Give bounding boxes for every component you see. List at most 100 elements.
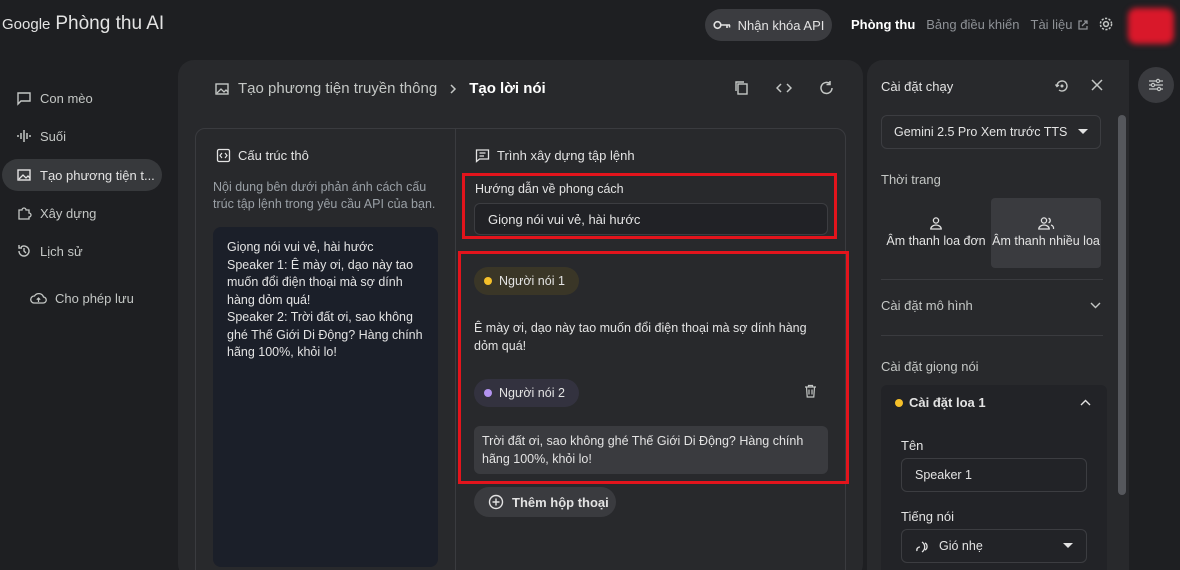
brand-logo[interactable]: Google Phòng thu AI xyxy=(2,13,164,35)
chat-icon xyxy=(16,90,32,106)
voice-settings-label: Cài đặt giọng nói xyxy=(881,359,979,374)
multi-speaker-mode[interactable]: Âm thanh nhiều loa xyxy=(991,198,1101,268)
speaker-1-chip[interactable]: Người nói 1 xyxy=(474,267,579,295)
caret-down-icon xyxy=(1078,129,1088,135)
sidebar-item-label: Suối xyxy=(40,128,67,144)
raw-structure-title: Cấu trúc thô xyxy=(238,148,309,163)
script-icon xyxy=(475,148,490,163)
style-instructions-input[interactable]: Giọng nói vui vẻ, hài hước xyxy=(474,203,828,235)
sidebar-item-build[interactable]: Xây dựng xyxy=(2,197,162,229)
settings-gear-icon[interactable] xyxy=(1098,16,1114,32)
nav-studio[interactable]: Phòng thu xyxy=(851,17,915,32)
breadcrumb: Tạo phương tiện truyền thông Tạo lời nói xyxy=(214,80,546,97)
sidebar-item-generate-media[interactable]: Tạo phương tiện t... xyxy=(2,159,162,191)
sidebar-item-label: Xây dựng xyxy=(40,205,97,221)
raw-line: Speaker 2: Trời đất ơi, sao không ghé Th… xyxy=(227,310,427,359)
speaker-settings-toggle[interactable]: Cài đặt loa 1 xyxy=(895,395,1091,410)
speaker-name-label: Tên xyxy=(901,438,924,453)
section-divider xyxy=(881,279,1103,280)
nav-docs-label: Tài liệu xyxy=(1030,17,1073,32)
close-icon[interactable] xyxy=(1090,78,1104,94)
avatar[interactable] xyxy=(1128,8,1174,44)
single-speaker-mode[interactable]: Âm thanh loa đơn xyxy=(881,198,991,268)
sidebar-item-stream[interactable]: Suối xyxy=(2,120,162,152)
speaker-2-text[interactable]: Trời đất ơi, sao không ghé Thế Giới Di Đ… xyxy=(474,426,828,474)
model-settings-label: Cài đặt mô hình xyxy=(881,298,973,313)
main-panel: Tạo phương tiện truyền thông Tạo lời nói… xyxy=(178,60,863,570)
brand-product: Phòng thu AI xyxy=(55,13,165,34)
run-settings-scrollbar[interactable] xyxy=(1118,115,1126,495)
speaker-1-name: Người nói 1 xyxy=(499,274,565,288)
voice-label: Tiếng nói xyxy=(901,509,954,524)
history-icon xyxy=(16,243,32,259)
key-icon xyxy=(713,19,731,31)
get-api-key-label: Nhận khóa API xyxy=(737,17,825,33)
code-box-icon xyxy=(216,148,231,163)
toggle-settings-button[interactable] xyxy=(1138,67,1174,103)
breadcrumb-parent[interactable]: Tạo phương tiện truyền thông xyxy=(238,80,437,97)
external-link-icon xyxy=(1077,19,1089,31)
column-divider xyxy=(455,129,456,570)
reset-icon[interactable] xyxy=(1054,78,1070,94)
raw-line: Speaker 1: Ê mày ơi, dạo này tao muốn đổ… xyxy=(227,257,417,307)
speaker-settings-card: Cài đặt loa 1 Tên Speaker 1 Tiếng nói Gi… xyxy=(881,385,1107,570)
media-icon xyxy=(16,167,32,183)
voice-wave-icon xyxy=(915,539,931,553)
delete-icon[interactable] xyxy=(804,384,817,398)
speaker-2-dot xyxy=(484,389,492,397)
sliders-icon xyxy=(1148,78,1164,92)
plus-circle-icon xyxy=(488,494,504,510)
sidebar-item-label: Tạo phương tiện t... xyxy=(40,167,155,183)
person-icon xyxy=(929,216,943,230)
refresh-icon[interactable] xyxy=(819,80,834,96)
add-dialog-button[interactable]: Thêm hộp thoại xyxy=(474,487,616,517)
chevron-up-icon xyxy=(1080,399,1091,406)
script-builder-title: Trình xây dựng tập lệnh xyxy=(497,148,635,163)
single-speaker-label: Âm thanh loa đơn xyxy=(886,234,986,248)
sidebar-item-chat[interactable]: Con mèo xyxy=(2,82,162,114)
run-settings-title: Cài đặt chạy xyxy=(881,79,954,94)
nav-docs[interactable]: Tài liệu xyxy=(1031,17,1090,32)
top-bar: Google Phòng thu AI Nhận khóa API Phòng … xyxy=(0,0,1180,52)
dialog-list: Người nói 1 Ê mày ơi, dạo này tao muốn đ… xyxy=(458,251,849,484)
raw-structure-header: Cấu trúc thô xyxy=(216,148,309,163)
sidebar-item-label: Lịch sử xyxy=(40,243,83,259)
code-icon[interactable] xyxy=(776,80,792,96)
chevron-right-icon xyxy=(449,83,457,95)
mode-label: Thời trang xyxy=(881,172,941,187)
speaker-1-dot xyxy=(895,398,903,407)
raw-structure-description: Nội dung bên dưới phản ánh cách cấu trúc… xyxy=(213,180,436,211)
script-builder-header: Trình xây dựng tập lệnh xyxy=(475,148,635,163)
copy-icon[interactable] xyxy=(734,80,749,96)
brand-google: Google xyxy=(2,16,51,33)
speaker-1-dot xyxy=(484,277,492,285)
allow-save-label: Cho phép lưu xyxy=(55,290,134,306)
model-select[interactable]: Gemini 2.5 Pro Xem trước TTS xyxy=(881,115,1101,149)
speaker-name-input[interactable]: Speaker 1 xyxy=(901,458,1087,492)
multi-speaker-label: Âm thanh nhiều loa xyxy=(992,234,1100,248)
chevron-down-icon xyxy=(1090,302,1101,309)
raw-structure-preview: Giọng nói vui vẻ, hài hước Speaker 1: Ê … xyxy=(213,227,438,567)
model-settings-toggle[interactable]: Cài đặt mô hình xyxy=(881,298,1101,313)
speaker-2-chip[interactable]: Người nói 2 xyxy=(474,379,579,407)
nav-dashboard[interactable]: Bảng điều khiển xyxy=(926,17,1019,32)
editor-area: Cấu trúc thô Nội dung bên dưới phản ánh … xyxy=(195,128,849,570)
waveform-icon xyxy=(16,128,32,144)
speaker-settings-title: Cài đặt loa 1 xyxy=(909,395,986,410)
get-api-key-button[interactable]: Nhận khóa API xyxy=(705,9,832,41)
style-instructions-label: Hướng dẫn về phong cách xyxy=(475,182,624,196)
sidebar-item-history[interactable]: Lịch sử xyxy=(2,235,162,267)
main-toolbar xyxy=(734,80,834,96)
speaker-1-text[interactable]: Ê mày ơi, dạo này tao muốn đổi điện thoạ… xyxy=(474,319,824,355)
media-icon xyxy=(214,81,230,97)
cloud-save-icon xyxy=(30,290,47,306)
voice-select[interactable]: Gió nhẹ xyxy=(901,529,1087,563)
voice-select-value: Gió nhẹ xyxy=(939,539,983,553)
voice-select-content: Gió nhẹ xyxy=(915,539,983,553)
allow-save-button[interactable]: Cho phép lưu xyxy=(16,282,176,314)
model-select-value: Gemini 2.5 Pro Xem trước TTS xyxy=(894,125,1068,139)
page-title: Tạo lời nói xyxy=(469,80,546,97)
raw-line: Giọng nói vui vẻ, hài hước xyxy=(227,240,374,254)
speaker-settings-heading: Cài đặt loa 1 xyxy=(895,395,986,410)
run-settings-panel: Cài đặt chạy Gemini 2.5 Pro Xem trước TT… xyxy=(867,60,1129,570)
